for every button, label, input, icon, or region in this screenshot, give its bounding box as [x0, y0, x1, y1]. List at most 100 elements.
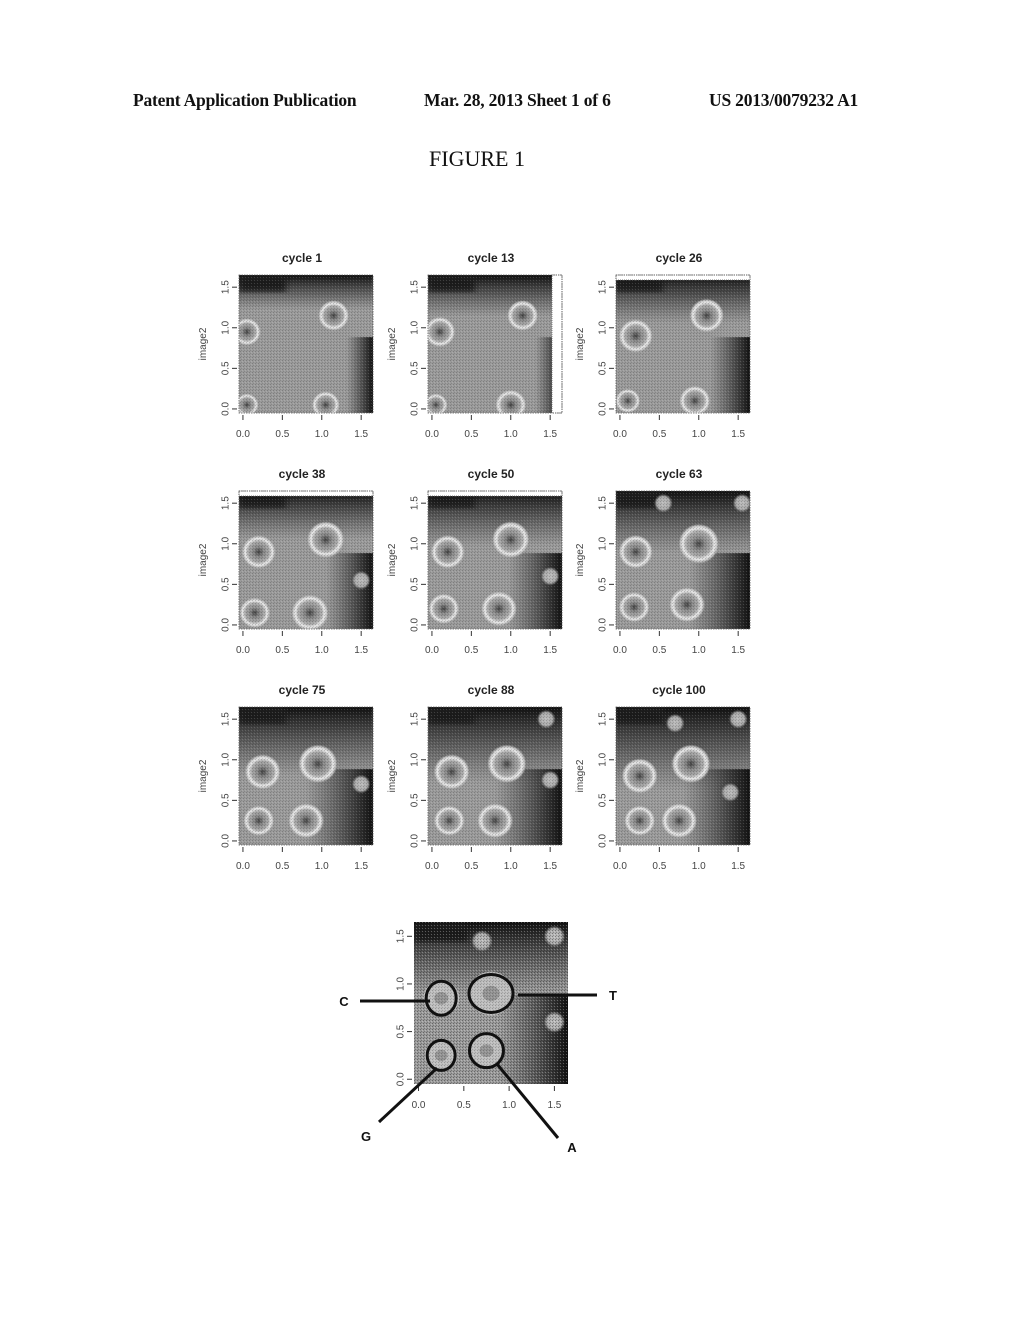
heatmap-image [428, 707, 562, 845]
y-tick-label: 1.0 [396, 977, 407, 991]
x-tick-label: 0.5 [457, 1100, 471, 1111]
x-tick-label: 1.5 [354, 861, 368, 872]
y-tick-label: 1.0 [598, 752, 609, 766]
x-tick-label: 1.0 [504, 645, 518, 656]
heatmap-dither [428, 491, 562, 629]
y-tick-label: 0.0 [221, 834, 232, 848]
panel-title: cycle 13 [468, 251, 515, 265]
x-tick-label: 0.0 [613, 429, 627, 440]
heatmap-image [239, 707, 373, 845]
x-tick-label: 1.5 [543, 645, 557, 656]
y-axis-label: image2 [575, 327, 586, 360]
x-tick-label: 1.5 [354, 645, 368, 656]
y-axis: 0.0 0.5 1.0 1.5 [221, 280, 237, 416]
x-tick-label: 0.0 [236, 645, 250, 656]
x-tick-label: 0.0 [412, 1100, 426, 1111]
y-tick-label: 0.0 [410, 834, 421, 848]
x-axis: 0.0 0.5 1.0 1.5 [425, 631, 558, 656]
y-tick-label: 1.0 [221, 752, 232, 766]
cycle-panel: cycle 38 0.0 0.5 1.0 1.5 0.0 0.5 1.0 1.5 image2 [198, 467, 374, 656]
y-axis-label: image2 [198, 759, 209, 792]
x-tick-label: 0.5 [652, 645, 666, 656]
heatmap-dither [239, 275, 373, 413]
x-tick-label: 1.0 [692, 861, 706, 872]
y-tick-label: 1.0 [221, 320, 232, 334]
y-tick-label: 0.5 [221, 577, 232, 591]
y-axis: 0.0 0.5 1.0 1.5 [410, 712, 426, 848]
x-tick-label: 1.5 [731, 429, 745, 440]
heatmap-image [616, 707, 750, 845]
y-tick-label: 1.5 [410, 712, 421, 726]
heatmap-dither [616, 491, 750, 629]
x-axis: 0.0 0.5 1.0 1.5 [412, 1086, 562, 1111]
cluster-label-g: G [361, 1129, 371, 1144]
y-axis: 0.0 0.5 1.0 1.5 [410, 280, 426, 416]
x-axis: 0.0 0.5 1.0 1.5 [425, 415, 558, 440]
heatmap-dither [428, 275, 562, 413]
x-tick-label: 1.5 [543, 861, 557, 872]
y-tick-label: 0.0 [598, 834, 609, 848]
x-tick-label: 0.0 [236, 861, 250, 872]
x-axis: 0.0 0.5 1.0 1.5 [236, 847, 369, 872]
y-tick-label: 0.5 [396, 1024, 407, 1038]
panel-title: cycle 1 [282, 251, 322, 265]
x-axis: 0.0 0.5 1.0 1.5 [236, 415, 369, 440]
panel-title: cycle 38 [279, 467, 326, 481]
cycle-panel: cycle 63 0.0 0.5 1.0 1.5 0.0 0.5 1.0 1.5 image2 [575, 467, 751, 656]
cluster-label-a: A [567, 1140, 577, 1155]
heatmap-empty-margin [238, 490, 374, 497]
heatmap-image [239, 491, 373, 629]
y-tick-label: 0.0 [396, 1072, 407, 1086]
x-tick-label: 1.0 [692, 429, 706, 440]
y-axis: 0.0 0.5 1.0 1.5 [410, 496, 426, 632]
y-tick-label: 0.5 [598, 793, 609, 807]
y-tick-label: 1.0 [221, 536, 232, 550]
y-axis-label: image2 [198, 543, 209, 576]
x-axis: 0.0 0.5 1.0 1.5 [613, 415, 746, 440]
heatmap-empty-margin [615, 274, 751, 281]
cycle-panels-grid: cycle 1 0.0 0.5 1.0 1.5 0.0 0.5 1.0 1.5 image2 cyc… [198, 251, 751, 1155]
y-tick-label: 0.5 [598, 577, 609, 591]
heatmap-dither [428, 707, 562, 845]
y-axis-label: image2 [387, 327, 398, 360]
y-axis-label: image2 [575, 759, 586, 792]
heatmap-image [239, 275, 373, 413]
x-tick-label: 1.5 [547, 1100, 561, 1111]
y-axis: 0.0 0.5 1.0 1.5 [396, 929, 412, 1086]
heatmap-image [428, 491, 562, 629]
y-tick-label: 1.5 [221, 280, 232, 294]
y-tick-label: 1.5 [410, 496, 421, 510]
cycle-panel: cycle 50 0.0 0.5 1.0 1.5 0.0 0.5 1.0 1.5 image2 [387, 467, 563, 656]
y-axis: 0.0 0.5 1.0 1.5 [598, 280, 614, 416]
x-tick-label: 1.5 [731, 645, 745, 656]
cycle-panel: cycle 88 0.0 0.5 1.0 1.5 0.0 0.5 1.0 1.5 image2 [387, 683, 563, 872]
heatmap-image [616, 275, 750, 413]
x-tick-label: 0.5 [652, 429, 666, 440]
y-axis-label: image2 [387, 759, 398, 792]
y-tick-label: 0.0 [410, 402, 421, 416]
y-axis-label: image2 [387, 543, 398, 576]
x-tick-label: 1.5 [543, 429, 557, 440]
x-tick-label: 0.5 [464, 429, 478, 440]
annotated-panel: 0.0 0.5 1.0 1.5 0.0 0.5 1.0 1.5 C T G A [339, 922, 617, 1155]
heatmap-dither [616, 707, 750, 845]
y-tick-label: 0.5 [410, 361, 421, 375]
y-axis-label: image2 [575, 543, 586, 576]
heatmap-dither [239, 491, 373, 629]
y-tick-label: 1.5 [221, 712, 232, 726]
y-tick-label: 1.5 [221, 496, 232, 510]
heatmap-empty-margin [551, 274, 563, 414]
y-axis-label: image2 [198, 327, 209, 360]
x-tick-label: 0.5 [275, 645, 289, 656]
x-tick-label: 0.0 [236, 429, 250, 440]
x-axis: 0.0 0.5 1.0 1.5 [613, 631, 746, 656]
heatmap-dither [616, 275, 750, 413]
x-tick-label: 0.5 [275, 429, 289, 440]
heatmap-dither [414, 922, 568, 1084]
x-axis: 0.0 0.5 1.0 1.5 [236, 631, 369, 656]
x-tick-label: 1.5 [731, 861, 745, 872]
y-tick-label: 0.0 [221, 402, 232, 416]
y-tick-label: 1.0 [410, 320, 421, 334]
heatmap-image [428, 275, 562, 413]
y-tick-label: 0.0 [221, 618, 232, 632]
